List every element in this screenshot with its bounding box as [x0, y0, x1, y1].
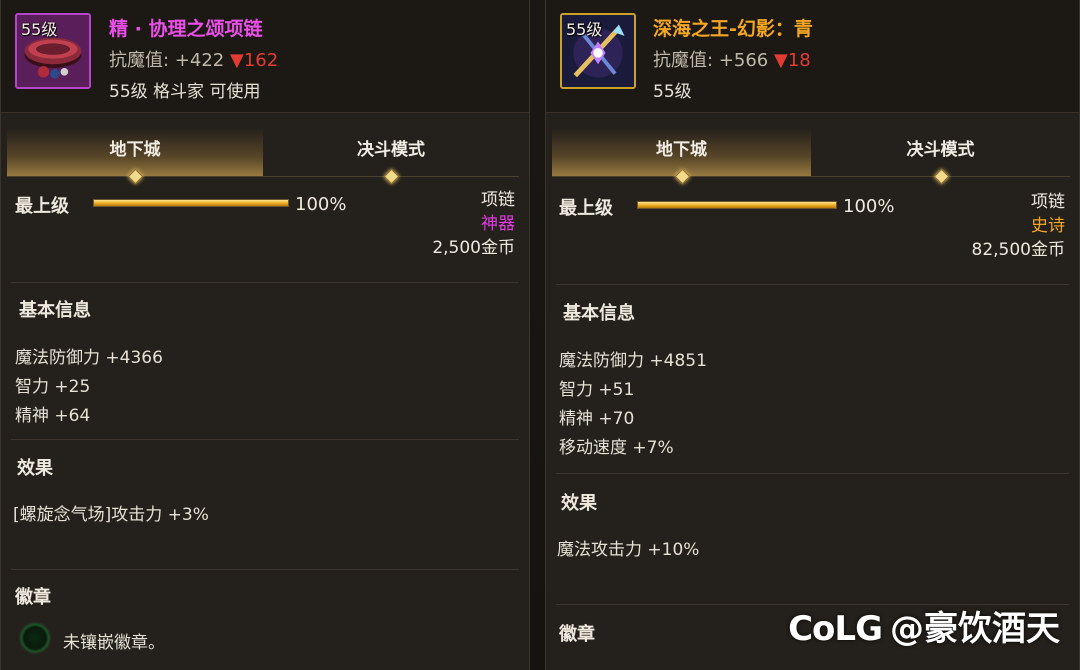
stat-line: 移动速度 +7% [559, 438, 674, 458]
mode-tabs: 地下城 决斗模式 [7, 128, 519, 185]
divider [11, 439, 519, 440]
resist-value: +566 [718, 50, 769, 71]
price-label: 2,500金币 [432, 238, 515, 258]
price-label: 82,500金币 [971, 240, 1065, 260]
icon-level-label: 55级 [566, 20, 603, 39]
diamond-marker-icon [933, 168, 949, 185]
section-title-emblem: 徽章 [559, 624, 595, 645]
grade-label: 最上级 [559, 198, 613, 219]
diamond-marker-icon [383, 168, 400, 185]
grade-percent: 100% [843, 196, 895, 217]
stat-line: 精神 +70 [559, 409, 635, 429]
icon-level-label: 55级 [21, 20, 58, 39]
item-name: 深海之王-幻影：青 [653, 18, 813, 40]
tab-dungeon-label: 地下城 [109, 140, 161, 160]
section-title-basic: 基本信息 [563, 303, 635, 324]
tab-dungeon-label: 地下城 [656, 140, 707, 160]
stat-line: 魔法防御力 +4851 [559, 351, 707, 371]
resist-label: 抗魔值: [109, 50, 170, 71]
necklace-icon[interactable]: 55级 [15, 13, 91, 89]
tab-dungeon[interactable]: 地下城 [7, 128, 263, 185]
effect-line: 魔法攻击力 +10% [557, 540, 700, 560]
divider [11, 282, 519, 283]
grade-label: 最上级 [15, 196, 69, 217]
magic-resist-line: 抗魔值: +422 ▼162 [109, 46, 278, 72]
section-title-effect: 效果 [561, 493, 597, 514]
diamond-marker-icon [674, 168, 690, 185]
resist-value: +422 [174, 50, 225, 71]
tab-dungeon[interactable]: 地下城 [552, 128, 811, 185]
tooltip-header: 55级 深海之王-幻影：青 抗魔值: +566 ▼18 55级 [546, 0, 1079, 113]
tab-pvp-label: 决斗模式 [906, 140, 975, 160]
tab-pvp-label: 决斗模式 [357, 140, 425, 160]
resist-drop: ▼18 [774, 50, 811, 71]
section-title-basic: 基本信息 [19, 300, 91, 321]
divider [556, 284, 1069, 285]
comparison-screen: 55级 精 · 协理之颂项链 抗魔值: +422 ▼162 55级 格斗家 可使… [0, 0, 1080, 670]
tooltip-header: 55级 精 · 协理之颂项链 抗魔值: +422 ▼162 55级 格斗家 可使… [1, 0, 529, 113]
item-tooltip-left: 55级 精 · 协理之颂项链 抗魔值: +422 ▼162 55级 格斗家 可使… [0, 0, 530, 670]
divider [556, 473, 1069, 474]
watermark: CoLG @豪饮酒天 [788, 601, 1060, 650]
grade-progress-fill [638, 202, 836, 208]
item-type: 项链 [1031, 192, 1065, 212]
stat-line: 智力 +51 [559, 380, 635, 400]
rarity-label: 史诗 [1031, 216, 1065, 236]
watermark-text: @豪饮酒天 [890, 609, 1060, 649]
rarity-label: 神器 [481, 214, 515, 234]
requirement-text: 55级 [653, 82, 692, 102]
diamond-marker-icon [127, 168, 144, 185]
stat-line: 智力 +25 [15, 377, 91, 397]
resist-label: 抗魔值: [653, 50, 714, 71]
item-meta: 项链 神器 2,500金币 [432, 188, 515, 260]
section-title-emblem: 徽章 [15, 587, 51, 608]
item-meta: 项链 史诗 82,500金币 [972, 190, 1065, 262]
grade-progress-bar [93, 199, 289, 207]
item-tooltip-right: 55级 深海之王-幻影：青 抗魔值: +566 ▼18 55级 地下城 决斗模式… [545, 0, 1080, 670]
staff-weapon-icon[interactable]: 55级 [560, 13, 636, 89]
emblem-status: 未镶嵌徽章。 [63, 633, 165, 653]
divider [11, 569, 519, 570]
emblem-slot-icon[interactable] [21, 624, 49, 652]
grade-progress-fill [94, 200, 288, 206]
stat-line: 精神 +64 [15, 406, 91, 426]
mode-tabs: 地下城 决斗模式 [552, 128, 1070, 185]
grade-percent: 100% [295, 194, 347, 215]
resist-drop: ▼162 [230, 50, 279, 71]
magic-resist-line: 抗魔值: +566 ▼18 [653, 46, 811, 72]
tab-pvp[interactable]: 决斗模式 [811, 128, 1070, 185]
grade-progress-bar [637, 201, 837, 209]
tab-pvp[interactable]: 决斗模式 [263, 128, 519, 185]
requirement-text: 55级 格斗家 可使用 [109, 82, 261, 102]
effect-line: [螺旋念气场]攻击力 +3% [13, 505, 209, 525]
stat-line: 魔法防御力 +4366 [15, 348, 163, 368]
colg-logo: CoLG [788, 609, 883, 649]
section-title-effect: 效果 [17, 458, 53, 479]
item-type: 项链 [481, 190, 515, 210]
item-name: 精 · 协理之颂项链 [109, 18, 263, 40]
